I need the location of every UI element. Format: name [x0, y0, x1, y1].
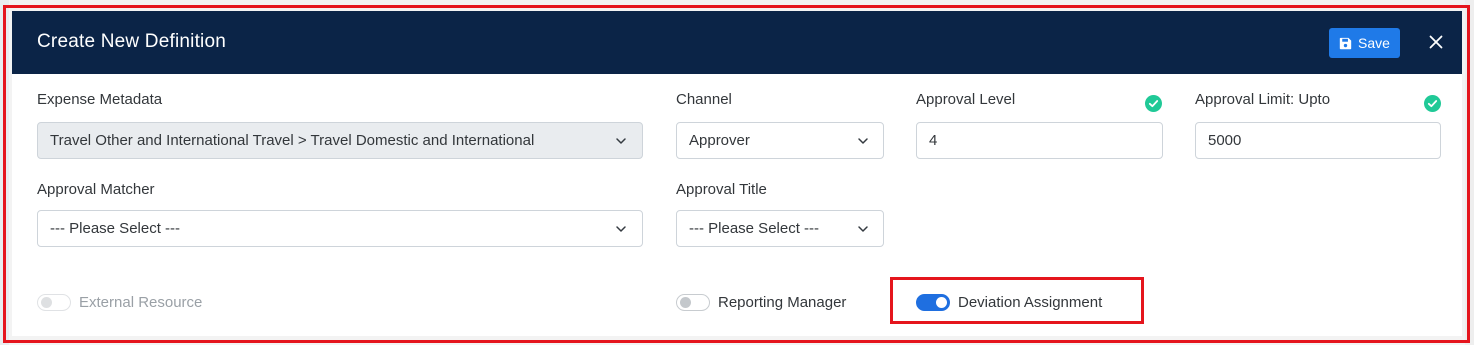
approval-level-value: 4 [929, 132, 938, 149]
check-circle-icon [1424, 95, 1441, 112]
backdrop-left-edge [0, 0, 9, 345]
approval-title-select[interactable]: --- Please Select --- [676, 210, 884, 247]
close-icon [1429, 35, 1443, 49]
deviation-assignment-label: Deviation Assignment [958, 294, 1103, 311]
channel-select[interactable]: Approver [676, 122, 884, 159]
expense-metadata-select[interactable]: Travel Other and International Travel > … [37, 122, 643, 159]
backdrop-right-edge [1465, 0, 1474, 345]
save-button-label: Save [1358, 35, 1390, 51]
approval-level-input[interactable]: 4 [916, 122, 1163, 159]
switch-knob [41, 297, 52, 308]
approval-limit-value: 5000 [1208, 132, 1242, 149]
switch-knob [680, 297, 691, 308]
chevron-down-icon [858, 226, 868, 232]
chevron-down-icon [616, 138, 626, 144]
reporting-manager-toggle[interactable]: Reporting Manager [676, 294, 846, 311]
approval-level-label: Approval Level [916, 91, 1016, 108]
close-button[interactable] [1423, 29, 1449, 55]
channel-value: Approver [689, 132, 750, 149]
save-button[interactable]: Save [1329, 28, 1400, 58]
external-resource-label: External Resource [79, 294, 203, 311]
check-circle-icon [1145, 95, 1162, 112]
approval-matcher-select[interactable]: --- Please Select --- [37, 210, 643, 247]
approval-limit-input[interactable]: 5000 [1195, 122, 1441, 159]
reporting-manager-label: Reporting Manager [718, 294, 847, 311]
expense-metadata-label: Expense Metadata [37, 91, 163, 108]
expense-metadata-value: Travel Other and International Travel > … [50, 132, 535, 149]
create-definition-modal: Create New Definition Save Expense Metad… [12, 11, 1462, 336]
channel-label: Channel [676, 91, 732, 108]
deviation-assignment-toggle[interactable]: Deviation Assignment [916, 294, 1102, 311]
approval-title-label: Approval Title [676, 181, 767, 198]
modal-header: Create New Definition Save [12, 11, 1462, 74]
chevron-down-icon [616, 226, 626, 232]
reporting-manager-switch[interactable] [676, 294, 710, 311]
external-resource-toggle[interactable]: External Resource [37, 294, 202, 311]
approval-limit-label: Approval Limit: Upto [1195, 91, 1331, 108]
approval-matcher-value: --- Please Select --- [50, 220, 181, 237]
approval-title-value: --- Please Select --- [689, 220, 820, 237]
deviation-assignment-switch[interactable] [916, 294, 950, 311]
switch-knob [936, 297, 947, 308]
chevron-down-icon [858, 138, 868, 144]
external-resource-switch[interactable] [37, 294, 71, 311]
modal-title: Create New Definition [37, 31, 227, 52]
floppy-disk-icon [1339, 37, 1352, 49]
approval-matcher-label: Approval Matcher [37, 181, 155, 198]
